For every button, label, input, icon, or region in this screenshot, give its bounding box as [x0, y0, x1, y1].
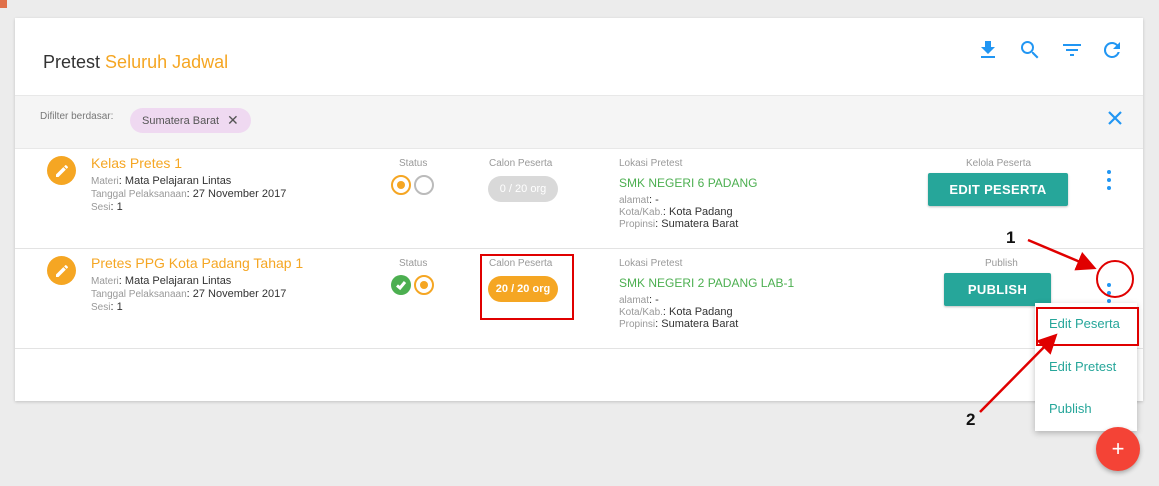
lokasi-kota: Kota/Kab.: Kota Padang — [619, 206, 733, 218]
edit-pencil-icon — [47, 156, 76, 185]
row-materi: Materi: Mata Pelajaran Lintas — [91, 175, 232, 187]
pretest-card: Pretest Seluruh Jadwal Difilter berdasar… — [15, 18, 1143, 401]
card-header: Pretest Seluruh Jadwal — [15, 18, 1143, 95]
calon-peserta-label: Calon Peserta — [489, 258, 553, 269]
row-sesi: Sesi: 1 — [91, 201, 123, 213]
filter-bar: Difilter berdasar: Sumatera Barat ✕ — [15, 95, 1143, 149]
kelola-peserta-label: Kelola Peserta — [966, 158, 1032, 169]
pretest-row: Kelas Pretes 1 Materi: Mata Pelajaran Li… — [15, 148, 1143, 249]
row-title[interactable]: Kelas Pretes 1 — [91, 155, 182, 171]
status-icons — [391, 275, 434, 295]
publish-label: Publish — [985, 258, 1018, 269]
calon-peserta-badge: 0 / 20 org — [488, 176, 558, 202]
edit-peserta-button[interactable]: EDIT PESERTA — [928, 173, 1068, 206]
refresh-icon[interactable] — [1100, 38, 1124, 62]
row-tanggal: Tanggal Pelaksanaan: 27 November 2017 — [91, 188, 287, 200]
filter-chip-label: Sumatera Barat — [142, 114, 220, 127]
lokasi-alamat: alamat: - — [619, 294, 659, 306]
lokasi-name: SMK NEGERI 6 PADANG — [619, 176, 758, 190]
filter-icon[interactable] — [1060, 38, 1084, 62]
menu-item-publish[interactable]: Publish — [1049, 401, 1092, 416]
search-icon[interactable] — [1018, 38, 1042, 62]
lokasi-propinsi: Propinsi: Sumatera Barat — [619, 218, 739, 230]
menu-item-edit-pretest[interactable]: Edit Pretest — [1049, 359, 1116, 374]
more-options-icon[interactable] — [1104, 283, 1114, 303]
download-icon[interactable] — [976, 38, 1000, 62]
more-options-icon[interactable] — [1104, 170, 1114, 190]
lokasi-name: SMK NEGERI 2 PADANG LAB-1 — [619, 276, 795, 290]
calon-peserta-label: Calon Peserta — [489, 158, 553, 169]
corner-mark — [0, 0, 7, 8]
pretest-row: Pretes PPG Kota Padang Tahap 1 Materi: M… — [15, 248, 1143, 349]
status-active-icon — [391, 175, 411, 195]
calon-peserta-badge: 20 / 20 org — [488, 276, 558, 302]
lokasi-label: Lokasi Pretest — [619, 258, 683, 269]
filter-chip[interactable]: Sumatera Barat ✕ — [130, 108, 251, 133]
clear-filter-icon[interactable] — [1105, 108, 1125, 128]
status-icons — [391, 175, 434, 195]
callout-2: 2 — [966, 410, 976, 429]
row-materi: Materi: Mata Pelajaran Lintas — [91, 275, 232, 287]
lokasi-kota: Kota/Kab.: Kota Padang — [619, 306, 733, 318]
callout-1: 1 — [1006, 228, 1016, 247]
status-label: Status — [399, 158, 428, 169]
chip-close-icon[interactable]: ✕ — [227, 112, 239, 129]
status-empty-icon — [414, 175, 434, 195]
lokasi-propinsi: Propinsi: Sumatera Barat — [619, 318, 739, 330]
add-fab-button[interactable]: + — [1096, 427, 1140, 471]
filter-label: Difilter berdasar: — [40, 111, 114, 122]
edit-pencil-icon — [47, 256, 76, 285]
publish-button[interactable]: PUBLISH — [944, 273, 1051, 306]
row-title[interactable]: Pretes PPG Kota Padang Tahap 1 — [91, 255, 303, 271]
menu-item-edit-peserta[interactable]: Edit Peserta — [1049, 316, 1120, 331]
lokasi-label: Lokasi Pretest — [619, 158, 683, 169]
row-sesi: Sesi: 1 — [91, 301, 123, 313]
title-prefix: Pretest — [43, 52, 101, 72]
row-actions-menu: Edit Peserta Edit Pretest Publish — [1035, 303, 1137, 431]
status-label: Status — [399, 258, 428, 269]
page-title: Pretest Seluruh Jadwal — [43, 52, 228, 73]
lokasi-alamat: alamat: - — [619, 194, 659, 206]
status-active-icon — [414, 275, 434, 295]
row-tanggal: Tanggal Pelaksanaan: 27 November 2017 — [91, 288, 287, 300]
status-check-icon — [391, 275, 411, 295]
title-highlight: Seluruh Jadwal — [105, 52, 229, 72]
